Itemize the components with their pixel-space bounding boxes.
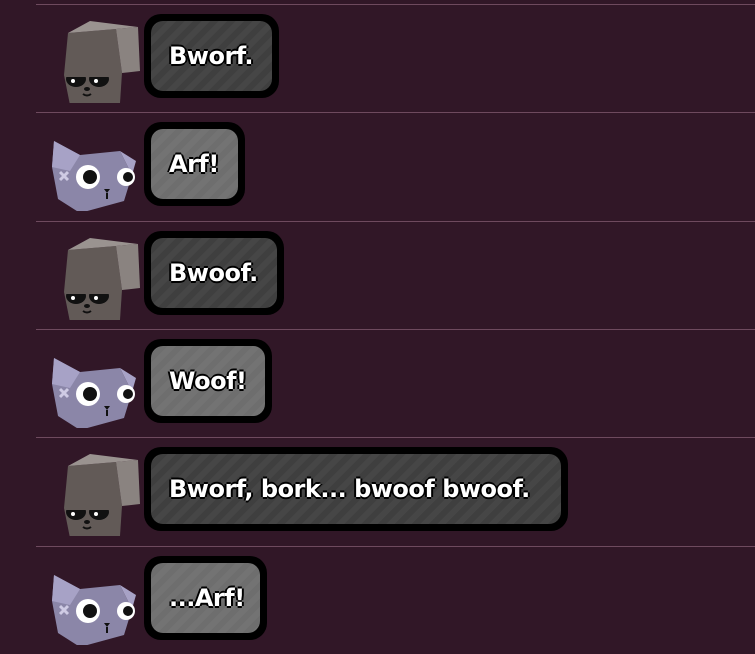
dialogue-row: Bwoof. [0,221,755,329]
speech-bubble: Bworf, bork... bwoof bwoof. [144,447,568,531]
dialogue-row: Arf! [0,112,755,220]
message-text: Bworf. [169,42,254,70]
lavender-cat-face-icon [50,338,140,428]
dialogue-row: Woof! [0,329,755,437]
lavender-cat-face-icon [50,121,140,211]
speech-bubble: Bwoof. [144,231,284,315]
speech-bubble: Woof! [144,339,272,423]
message-text: ...Arf! [169,584,245,612]
lavender-cat-face-icon [50,555,140,645]
grey-block-dog-face-icon [50,446,140,536]
dialogue-log: Bworf. Arf! Bwoof. Woof! Bworf, bork... … [0,0,755,654]
message-text: Arf! [169,150,219,178]
dialogue-row: Bworf, bork... bwoof bwoof. [0,437,755,545]
dialogue-row: ...Arf! [0,546,755,654]
message-text: Bwoof. [169,259,258,287]
message-text: Bworf, bork... bwoof bwoof. [169,475,530,503]
speech-bubble: Bworf. [144,14,279,98]
speech-bubble: ...Arf! [144,556,267,640]
grey-block-dog-face-icon [50,230,140,320]
dialogue-row: Bworf. [0,4,755,112]
message-text: Woof! [169,367,247,395]
speech-bubble: Arf! [144,122,245,206]
grey-block-dog-face-icon [50,13,140,103]
